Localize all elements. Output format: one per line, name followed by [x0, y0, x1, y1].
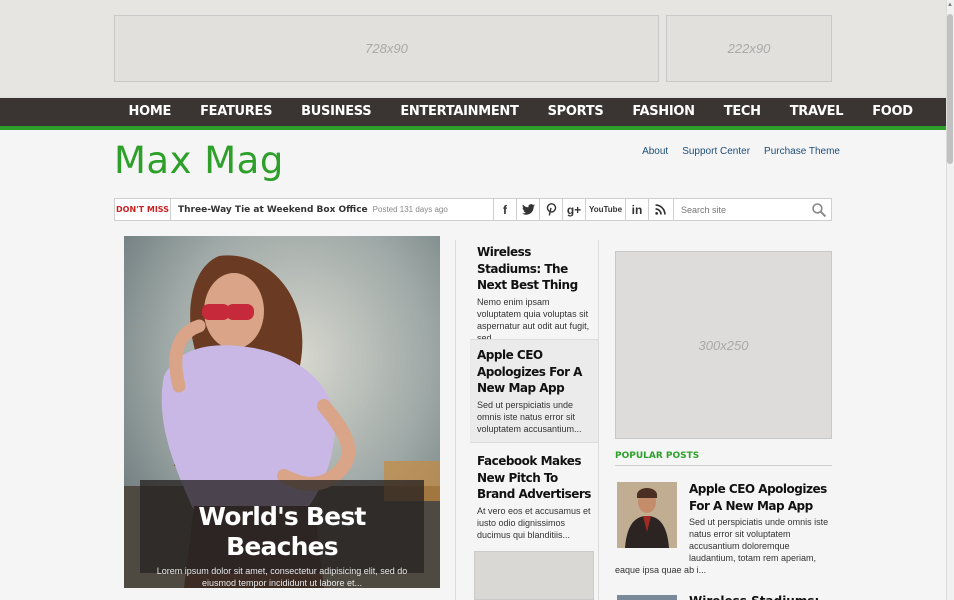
ad-banner-728x90[interactable]: 728x90: [114, 15, 659, 82]
popular-divider: [615, 465, 832, 466]
search-input[interactable]: [681, 204, 801, 215]
news-ticker: DON'T MISS Three-Way Tie at Weekend Box …: [114, 198, 832, 221]
nav-item-tech[interactable]: TECH: [709, 98, 775, 126]
story-title[interactable]: Wireless Stadiums: The Next Best Thing: [477, 244, 591, 294]
social-icons: f g+ YouTube in: [493, 199, 671, 220]
link-purchase-theme[interactable]: Purchase Theme: [764, 146, 840, 157]
popular-post-excerpt: Sed ut perspiciatis unde omnis iste natu…: [689, 517, 829, 563]
site-logo[interactable]: Max Mag: [114, 139, 284, 183]
popular-post-thumbnail[interactable]: [617, 595, 677, 600]
nav-item-sports[interactable]: SPORTS: [533, 98, 618, 126]
hero-excerpt: Lorem ipsum dolor sit amet, consectetur …: [156, 566, 408, 588]
nav-item-travel[interactable]: TRAVEL: [775, 98, 857, 126]
scrollbar-thumb[interactable]: [947, 14, 953, 164]
story-item[interactable]: Wireless Stadiums: The Next Best Thing N…: [470, 240, 598, 343]
nav-item-entertainment[interactable]: ENTERTAINMENT: [386, 98, 533, 126]
ad-label: 222x90: [727, 41, 771, 56]
search-icon[interactable]: [811, 202, 827, 218]
ad-label: 300x250: [698, 337, 749, 353]
story-excerpt: Sed ut perspiciatis unde omnis iste natu…: [477, 399, 582, 434]
ad-banner-222x90[interactable]: 222x90: [666, 15, 832, 82]
popular-post-title[interactable]: Apple CEO Apologizes For A New Map App: [689, 481, 834, 514]
facebook-icon[interactable]: f: [493, 199, 516, 220]
ad-sidebar-300x250[interactable]: 300x250: [615, 251, 832, 439]
header-links: About Support Center Purchase Theme: [642, 146, 840, 157]
hero-caption: World's Best Beaches Lorem ipsum dolor s…: [140, 480, 424, 588]
search-box: [673, 199, 831, 220]
story-excerpt: Nemo enim ipsam voluptatem quia voluptas…: [477, 296, 590, 343]
youtube-icon[interactable]: YouTube: [585, 199, 625, 220]
popular-post-thumbnail[interactable]: [617, 482, 677, 548]
nav-items: HOME FEATURES BUSINESS ENTERTAINMENT SPO…: [114, 98, 927, 126]
google-plus-icon[interactable]: g+: [562, 199, 585, 220]
story-item[interactable]: Apple CEO Apologizes For A New Map App S…: [470, 340, 598, 442]
scroll-up-arrow-icon[interactable]: ▲: [946, 0, 954, 10]
column-divider: [598, 240, 599, 600]
ticker-headline[interactable]: Three-Way Tie at Weekend Box Office: [171, 205, 368, 215]
top-ad-area: 728x90 222x90: [0, 0, 946, 98]
twitter-icon[interactable]: [516, 199, 539, 220]
rss-icon[interactable]: [648, 199, 671, 220]
nav-item-business[interactable]: BUSINESS: [287, 98, 386, 126]
pinterest-icon[interactable]: [539, 199, 562, 220]
nav-item-food[interactable]: FOOD: [858, 98, 928, 126]
link-about[interactable]: About: [642, 146, 668, 157]
linkedin-icon[interactable]: in: [625, 199, 648, 220]
dont-miss-label: DON'T MISS: [115, 199, 171, 220]
story-title[interactable]: Apple CEO Apologizes For A New Map App: [477, 347, 591, 397]
featured-story[interactable]: World's Best Beaches Lorem ipsum dolor s…: [124, 236, 440, 588]
ad-label: 728x90: [365, 41, 408, 56]
nav-item-home[interactable]: HOME: [114, 98, 186, 126]
nav-item-features[interactable]: FEATURES: [186, 98, 287, 126]
story-excerpt: At vero eos et accusamus et iusto odio d…: [477, 505, 591, 540]
link-support-center[interactable]: Support Center: [682, 146, 750, 157]
hero-title[interactable]: World's Best Beaches: [140, 502, 424, 562]
column-divider: [455, 240, 456, 600]
ticker-meta: Posted 131 days ago: [372, 205, 448, 214]
story-divider: [470, 442, 598, 443]
popular-post-title[interactable]: Wireless Stadiums: The: [689, 594, 834, 600]
story-title[interactable]: Facebook Makes New Pitch To Brand Advert…: [477, 453, 591, 503]
main-nav: HOME FEATURES BUSINESS ENTERTAINMENT SPO…: [0, 98, 946, 126]
nav-item-fashion[interactable]: FASHION: [618, 98, 709, 126]
story-thumbnail[interactable]: [474, 551, 594, 600]
popular-posts-heading: POPULAR POSTS: [615, 451, 700, 461]
story-item[interactable]: Facebook Makes New Pitch To Brand Advert…: [470, 446, 598, 546]
page-scrollbar[interactable]: ▲: [946, 0, 954, 600]
popular-post-excerpt-cont: eaque ipsa quae ab i...: [615, 565, 707, 575]
